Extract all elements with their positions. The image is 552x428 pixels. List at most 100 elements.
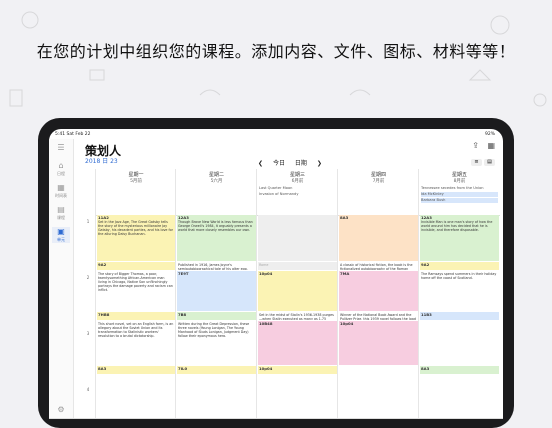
event-text: Set in the midst of Stalin's 1936-1938 p…	[259, 313, 334, 320]
event-time: 11B3	[421, 312, 432, 317]
event-card[interactable]: 7HB8	[97, 312, 175, 320]
event-card[interactable]: Published in 1916, James Joyce's semiaut…	[177, 262, 256, 270]
prev-icon[interactable]: ❮	[258, 160, 263, 167]
promo-headline: 在您的计划中组织您的课程。添加内容、文件、图标、材料等等！	[36, 42, 516, 61]
day-column-fri: 12A3 Invisible Man is one man's story of …	[418, 215, 500, 419]
sidebar-item-courses[interactable]: ▤ 课程	[52, 205, 70, 221]
event-card[interactable]: The story of Bigger Thomas, a poor, twen…	[97, 271, 175, 311]
event-card[interactable]: Set in the midst of Stalin's 1936-1938 p…	[258, 312, 337, 320]
schedule-icon: ▦	[57, 183, 65, 192]
event-text: Though Brave New World is less famous th…	[178, 220, 253, 232]
courses-icon: ▤	[57, 205, 65, 214]
event-card[interactable]: 10p04	[258, 366, 337, 374]
sidebar-item-schedule[interactable]: ⌂ 日程	[52, 161, 70, 177]
event-card[interactable]: A classic of historical fiction, the boo…	[339, 262, 418, 270]
divider	[49, 418, 503, 419]
allday-fri: Tennessee secedes from the Union Ida McK…	[418, 185, 500, 216]
event-card[interactable]: 10B48	[258, 321, 337, 365]
allday-tue	[175, 185, 257, 216]
event-time: 8A3	[340, 215, 349, 220]
allday-event[interactable]: Ida McKinley	[421, 192, 498, 197]
period-label: 3	[86, 331, 90, 336]
event-time: 7IL0	[178, 366, 188, 371]
event-time: 9A2	[421, 262, 430, 267]
event-card[interactable]: 9A2	[97, 262, 175, 270]
event-time: 9A2	[98, 262, 107, 267]
event-card[interactable]	[339, 366, 418, 374]
calendar-icon[interactable]: ▦	[487, 141, 495, 150]
day-button[interactable]: 日期	[295, 160, 307, 167]
date-navigation: ❮ 今日 日期 ❯	[254, 158, 326, 167]
event-text: The Ramsays spend summers in their holid…	[421, 272, 497, 280]
event-card[interactable]: 11B3	[420, 312, 499, 320]
event-card[interactable]: Winner of the National Book Award and th…	[339, 312, 418, 320]
event-card[interactable]: 8A3	[339, 215, 418, 261]
week-view-button[interactable]: ≡	[471, 159, 482, 166]
event-time: 7HB8	[98, 312, 110, 317]
event-card[interactable]: 7B8	[177, 312, 256, 320]
allday-event[interactable]: Tennessee secedes from the Union	[421, 186, 498, 191]
event-card[interactable]	[258, 215, 337, 261]
menu-button[interactable]: ☰	[52, 143, 70, 153]
sidebar-item-units[interactable]: ▣ 单元	[52, 227, 70, 243]
status-bar: 5:41 Sat Feb 22 92%	[49, 129, 503, 139]
units-icon: ▣	[57, 227, 65, 236]
period-label: 4	[86, 387, 90, 392]
status-battery: 92%	[484, 132, 495, 137]
event-card[interactable]: 12A3 Invisible Man is one man's story of …	[420, 215, 499, 261]
event-card[interactable]	[420, 321, 499, 365]
event-card[interactable]: 7E9T	[177, 271, 256, 311]
sidebar-item-timetable[interactable]: ▦ 时间表	[52, 183, 70, 199]
event-text: Winner of the National Book Award and th…	[340, 313, 416, 320]
event-card[interactable]: 12A3 Though Brave New World is less famou…	[177, 215, 256, 261]
event-card[interactable]: Rome	[258, 262, 337, 270]
period-labels: 1 2 3 4	[83, 215, 95, 419]
allday-mon	[95, 185, 176, 216]
menu-icon: ☰	[57, 143, 65, 152]
day-column-mon: 11A2 Set in the Jazz Age, The Great Gatsb…	[95, 215, 176, 419]
period-label: 1	[86, 219, 90, 224]
allday-wed: Last Quarter Moon Invasion of Normandy	[256, 185, 338, 216]
day-header-fri: 星期五 8月前	[418, 169, 500, 185]
gear-icon: ⚙	[57, 405, 65, 414]
event-time: 10p04	[259, 271, 273, 276]
today-button[interactable]: 今日	[273, 160, 285, 167]
event-card[interactable]: 10p04	[339, 321, 418, 365]
next-icon[interactable]: ❯	[317, 160, 322, 167]
app-screen: 5:41 Sat Feb 22 92% ☰ ⌂ 日程 ▦ 时间表 ▤ 课程 ▣ 单元 ⚙…	[49, 129, 503, 419]
day-column-thu: 8A3 A classic of historical fiction, the …	[337, 215, 419, 419]
event-card[interactable]: 11A2 Set in the Jazz Age, The Great Gatsb…	[97, 215, 175, 261]
view-toggle: ≡ ▤	[469, 159, 495, 166]
event-card[interactable]: The Ramsays spend summers in their holid…	[420, 271, 499, 311]
allday-event[interactable]: Barbara Bush	[421, 198, 498, 203]
allday-thu	[337, 185, 419, 216]
event-text: Rome	[259, 263, 269, 267]
day-header-tue: 星期二 5六月	[175, 169, 257, 185]
day-header-wed: 星期三 6月前	[256, 169, 338, 185]
day-header-thu: 星期四 7月前	[337, 169, 419, 185]
event-text: Published in 1916, James Joyce's semiaut…	[178, 263, 248, 270]
list-view-button[interactable]: ▤	[484, 159, 495, 166]
event-card[interactable]: 9A2	[420, 262, 499, 270]
event-card[interactable]: This short novel, set on an English farm…	[97, 321, 175, 365]
event-card[interactable]: 10p04	[258, 271, 337, 311]
event-text: This short novel, set on an English farm…	[98, 322, 174, 338]
share-icon[interactable]: ⇪	[472, 141, 479, 150]
allday-event[interactable]: Invasion of Normandy	[259, 192, 336, 197]
event-time: 10p04	[340, 321, 354, 326]
event-card[interactable]: 8A3	[97, 366, 175, 374]
period-label: 2	[86, 275, 90, 280]
allday-event[interactable]: Last Quarter Moon	[259, 186, 336, 191]
status-time: 5:41	[55, 132, 66, 137]
event-time: 10B48	[259, 321, 273, 326]
event-time: 7E9T	[178, 271, 189, 276]
event-time: 7MA	[340, 271, 350, 276]
event-card[interactable]: 7MA	[339, 271, 418, 311]
event-card[interactable]: 8A3	[420, 366, 499, 374]
event-card[interactable]: 7IL0	[177, 366, 256, 374]
home-icon: ⌂	[58, 161, 64, 170]
status-date: Sat Feb 22	[66, 132, 91, 137]
event-text: Invisible Man is one man's story of how …	[421, 220, 493, 232]
day-column-wed: Rome 10p04 Set in the midst of Stalin's 19…	[256, 215, 338, 419]
event-card[interactable]: Written during the Great Depression, the…	[177, 321, 256, 365]
